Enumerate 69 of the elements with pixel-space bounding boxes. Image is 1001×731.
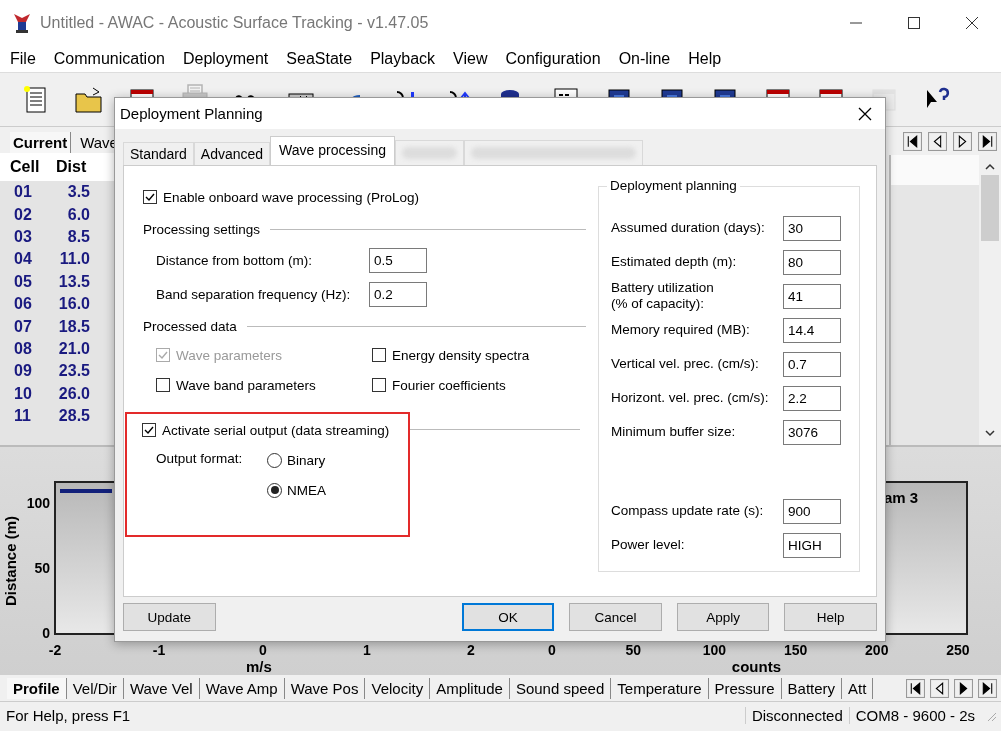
table-cell-text: 03 [13,227,33,246]
status-text: For Help, press F1 [5,707,132,724]
window-title: Untitled - AWAC - Acoustic Surface Tracking - v1.47.05 [40,13,429,32]
port-status: COM8 - 9600 - 2s [848,707,981,724]
axis-label: Distance (m) [2,516,20,607]
table-cell-text: 10 [13,384,33,403]
tick-label: 50 [624,642,642,659]
table-cell-text: 01 [13,183,33,202]
radio-label: NMEA [287,482,326,498]
field-label: Power level: [611,537,686,553]
tick-label: 100 [701,642,728,659]
table-cell-text: 02 [13,205,33,224]
field-label: Minimum buffer size: [611,424,737,440]
table-cell-text: 21.0 [57,339,90,358]
axis-label: counts [731,659,782,675]
table-cell-text: 11.0 [58,250,90,269]
connection-status: Disconnected [744,707,849,724]
field-label: Memory required (MB): [611,322,751,338]
checkbox-label: Fourier coefficients [392,377,506,393]
tick-label: 2 [466,642,476,659]
table-cell-text: 23.5 [57,362,90,381]
field-label: Compass update rate (s): [611,503,765,519]
dialog-title: Deployment Planning [120,105,263,122]
table-cell-text: 04 [13,250,33,269]
table-cell-text: 16.0 [57,295,90,314]
field-label: Battery utilization (% of capacity): [611,280,715,312]
table-cell-text: 8.5 [66,227,90,246]
table-cell-text: 18.5 [57,317,90,336]
table-cell-text: 05 [13,272,33,291]
tick-label: 100 [26,495,50,512]
group-title: Processed data [143,319,237,334]
checkbox-label: Enable onboard wave processing (ProLog) [163,189,419,205]
field-label: Distance from bottom (m): [156,252,314,268]
tick-label: 1 [362,642,372,659]
axis-label: m/s [246,659,272,675]
table-cell-text: 6.0 [66,205,90,224]
tick-label: 150 [782,642,809,659]
column-header: Cell [9,158,41,176]
tick-label: -2 [47,642,63,659]
table-cell-text: 06 [13,295,33,314]
tick-label: 250 [945,642,971,659]
checkbox-label: Activate serial output (data streaming) [162,422,390,438]
field-label: Horizont. vel. prec. (cm/s): [611,390,770,406]
tick-label: 50 [34,560,50,577]
table-cell-text: 13.5 [57,272,90,291]
table-cell-text: 07 [13,317,33,336]
tick-label: 0 [42,625,50,642]
group-title: Deployment planning [607,178,740,193]
field-label: Band separation frequency (Hz): [156,286,352,302]
table-cell-text: 26.0 [57,384,90,403]
tick-label: 0 [547,642,557,659]
field-label: Estimated depth (m): [611,254,738,270]
field-label: Vertical vel. prec. (cm/s): [611,356,760,372]
table-cell-text: 3.5 [66,183,90,202]
field-label: Output format: [156,450,244,468]
checkbox-label: Energy density spectra [392,347,530,363]
group-title: Processing settings [143,222,261,237]
checkbox-label: Wave parameters [176,347,283,363]
radio-label: Binary [287,452,326,468]
column-header: Dist [55,158,88,176]
checkbox-label: Wave band parameters [176,377,316,393]
table-cell-text: 08 [13,339,33,358]
tick-label: 200 [864,642,890,659]
field-label: Assumed duration (days): [611,220,766,236]
tick-label: -1 [151,642,167,659]
table-cell-text: 11 [13,407,32,426]
table-cell-text: 28.5 [57,407,90,426]
table-cell-text: 09 [13,362,33,381]
tick-label: 0 [258,642,268,659]
